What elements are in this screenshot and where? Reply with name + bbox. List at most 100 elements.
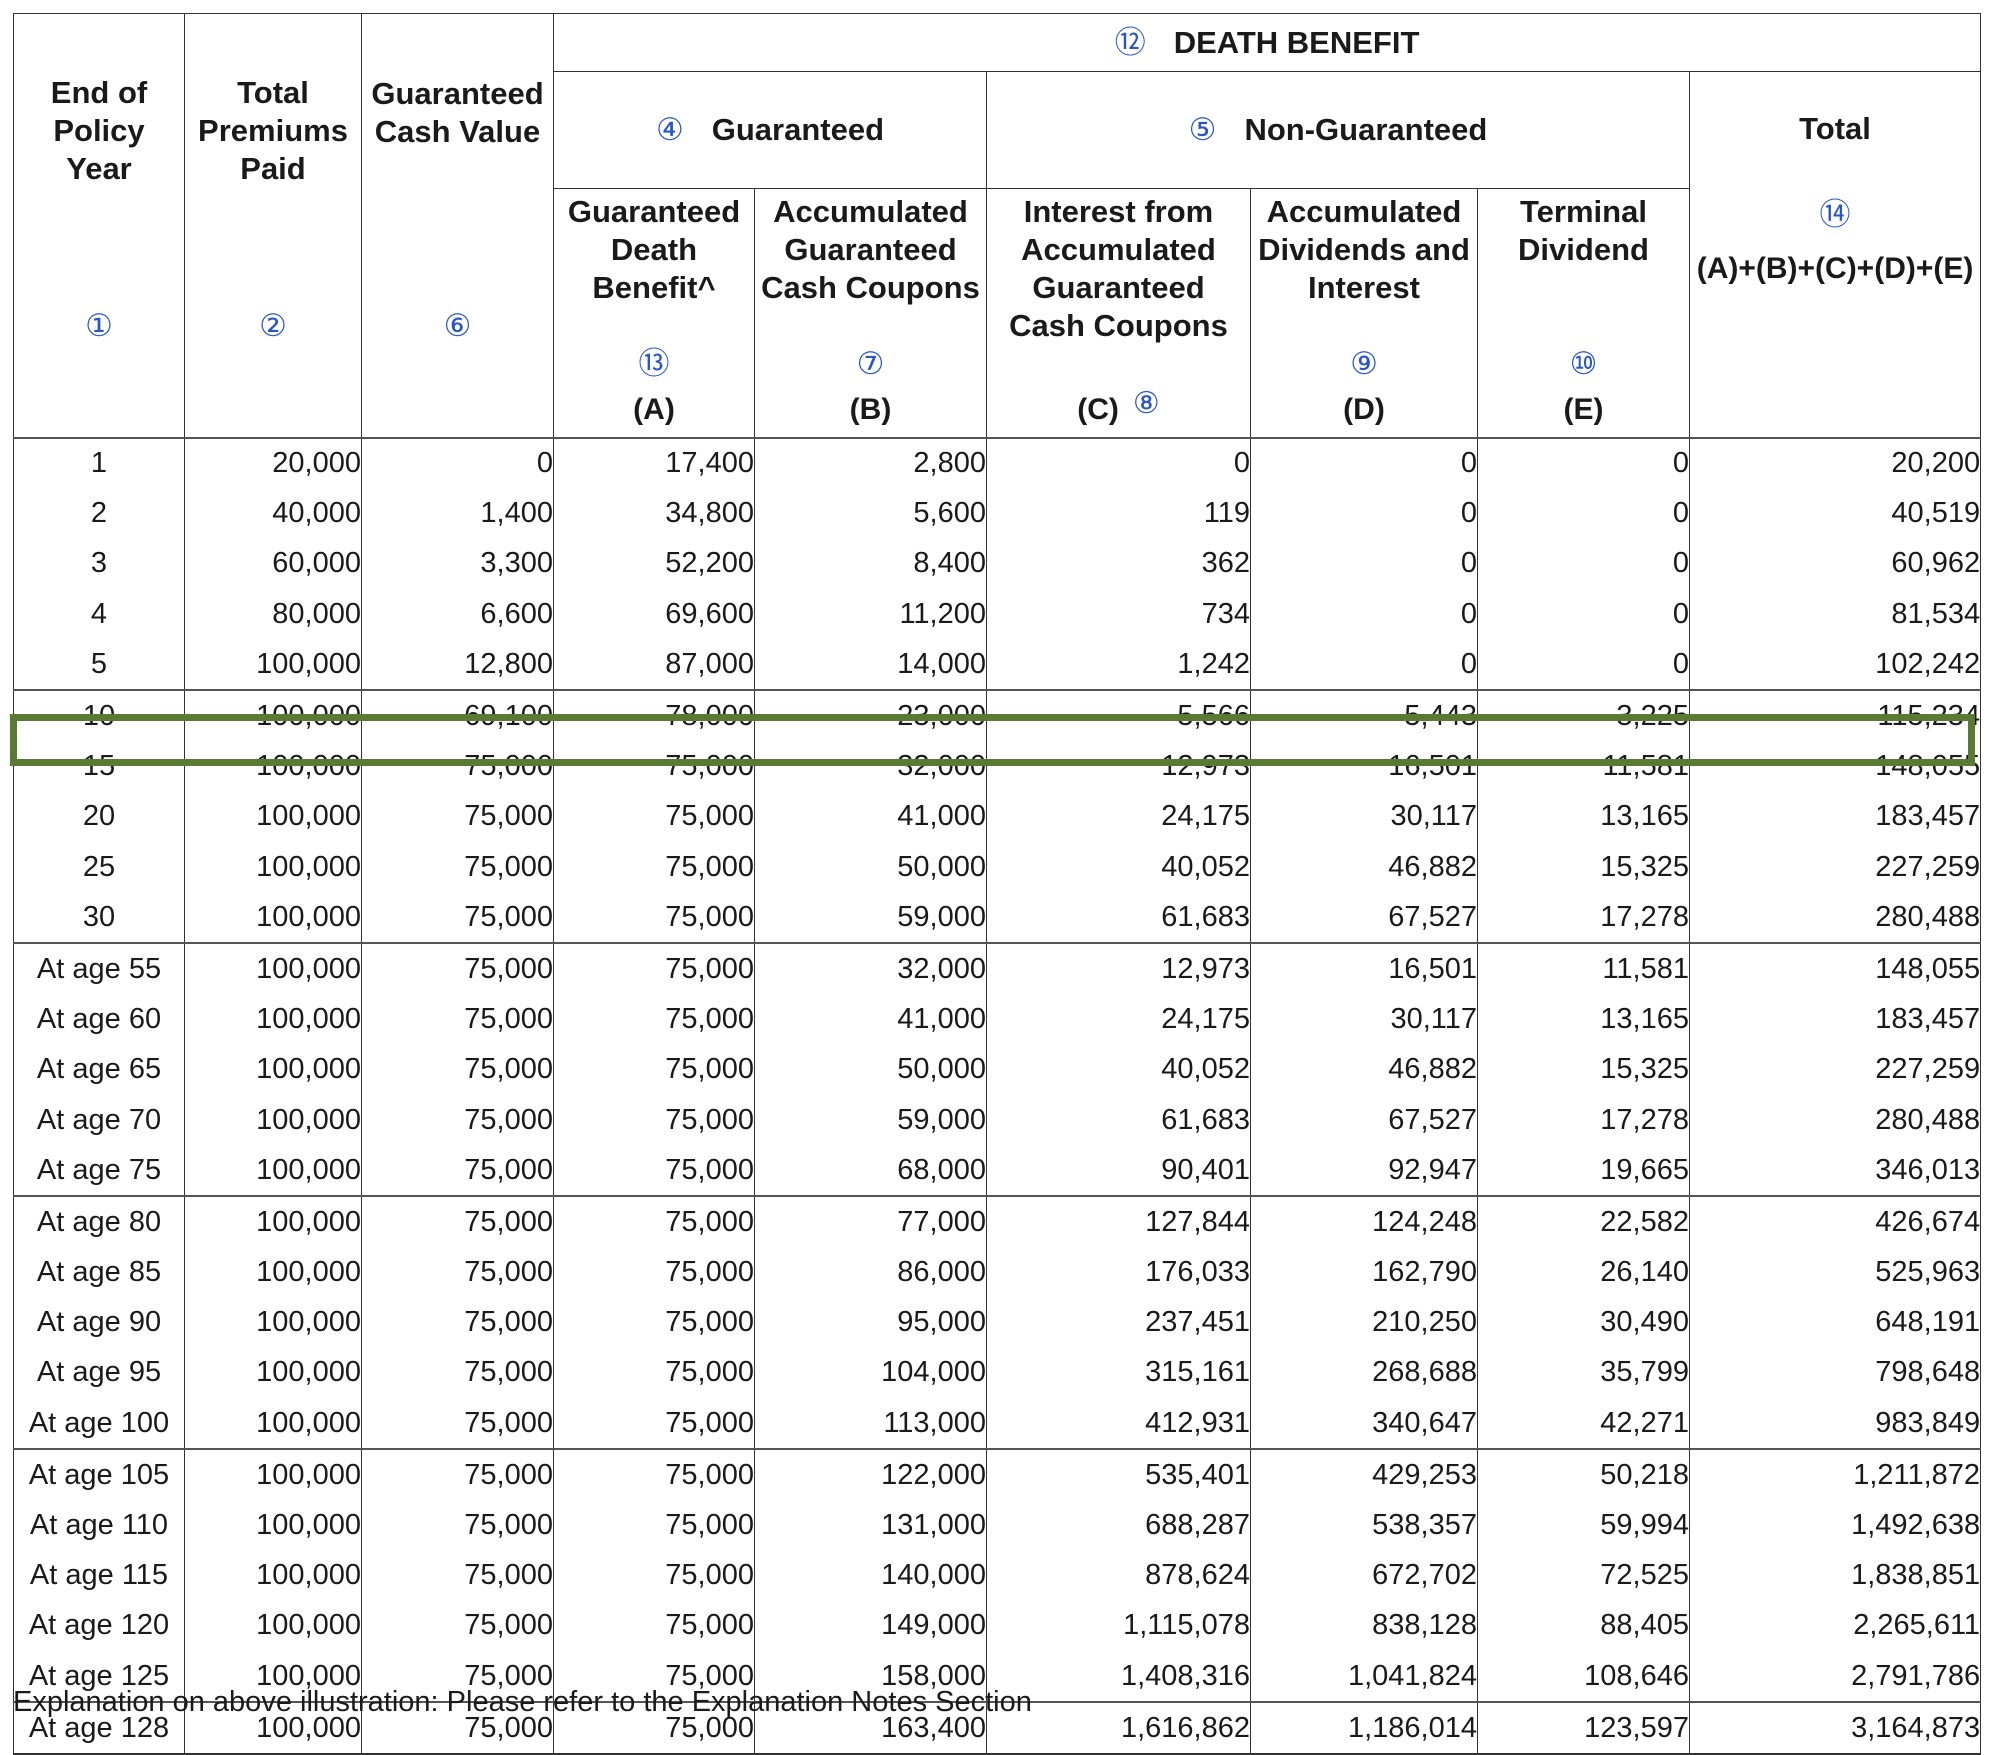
table-row: At age 65 100,000 75,000 75,000 50,000 40,052… [13,1044,1982,1095]
dividends-d-cell: 0 [1250,436,1478,489]
premiums-cell: 100,000 [184,892,362,944]
dividends-d-cell: 162,790 [1250,1247,1478,1298]
total-cell: 1,838,851 [1688,1550,1982,1601]
table-row: At age 90 100,000 75,000 75,000 95,000 237,45… [13,1297,1982,1348]
interest-c-cell: 176,033 [986,1247,1251,1298]
premiums-cell: 100,000 [184,639,362,691]
death-benefit-a-cell: 34,800 [553,488,755,539]
interest-c-cell: 12,973 [986,741,1251,792]
total-cell: 280,488 [1688,1094,1982,1146]
coupons-b-cell: 122,000 [754,1448,987,1501]
year-cell: At age 75 [13,1145,185,1197]
cash-value-cell: 1,400 [361,488,554,539]
dividends-d-cell: 268,688 [1250,1347,1478,1399]
terminal-e-cell: 11,581 [1477,741,1690,792]
terminal-e-cell: 15,325 [1477,842,1690,893]
terminal-e-cell: 22,582 [1477,1195,1690,1248]
table-row: At age 100 100,000 75,000 75,000 113,000 412,… [13,1398,1982,1450]
cash-value-cell: 75,000 [361,1094,554,1146]
premiums-cell: 100,000 [184,1347,362,1399]
dividends-d-cell: 0 [1250,639,1478,691]
table-row: 1 20,000 0 17,400 2,800 0 0 0 20,200 [13,436,1982,489]
cash-value-cell: 75,000 [361,1448,554,1501]
year-cell: 20 [13,791,185,842]
column-e-letter: ⑩ (E) [1477,344,1690,438]
year-cell: 5 [13,639,185,691]
terminal-e-cell: 35,799 [1477,1347,1690,1399]
coupons-b-cell: 32,000 [754,741,987,792]
premiums-cell: 100,000 [184,1448,362,1501]
cash-value-cell: 6,600 [361,589,554,640]
year-cell: At age 120 [13,1600,185,1651]
benefit-illustration-table: End of Policy Year Total Premiums Paid G… [13,13,1982,1755]
table-row: 20 100,000 75,000 75,000 41,000 24,175 30,117 1… [13,791,1982,842]
marker-14: ⑭ [1819,197,1851,233]
premiums-cell: 100,000 [184,791,362,842]
coupons-b-cell: 50,000 [754,1044,987,1095]
dividends-d-cell: 210,250 [1250,1297,1478,1348]
table-row: At age 105 100,000 75,000 75,000 122,000 535,… [13,1448,1982,1501]
total-cell: 183,457 [1688,994,1982,1045]
interest-c-cell: 0 [986,436,1251,489]
death-benefit-a-cell: 75,000 [553,994,755,1045]
marker-6: ⑥ [443,307,472,344]
coupons-b-cell: 11,200 [754,589,987,640]
marker-9: ⑨ [1350,345,1378,382]
marker-10: ⑩ [1569,345,1598,382]
guaranteed-death-benefit-header: Guaranteed Death Benefit^ [553,187,755,345]
terminal-e-cell: 0 [1477,538,1690,590]
column-b-letter: ⑦ (B) [754,344,987,438]
coupons-b-cell: 5,600 [754,488,987,539]
year-cell: 3 [13,538,185,590]
marker-1: ① [85,307,113,344]
dividends-d-cell: 838,128 [1250,1600,1478,1651]
total-premiums-paid-header: Total Premiums Paid [184,13,362,188]
interest-c-cell: 1,242 [986,639,1251,691]
interest-c-cell: 12,973 [986,942,1251,995]
death-benefit-a-cell: 17,400 [553,436,755,489]
coupons-b-cell: 59,000 [754,1094,987,1146]
column-c-letter: (C) ⑧ [986,344,1251,438]
premiums-cell: 100,000 [184,1094,362,1146]
table-row: At age 115 100,000 75,000 75,000 140,000 878,… [13,1550,1982,1601]
cash-value-cell: 75,000 [361,1044,554,1095]
column-a-letter: ⑬ (A) [553,344,755,438]
coupons-b-cell: 140,000 [754,1550,987,1601]
year-cell: At age 70 [13,1094,185,1146]
coupons-b-cell: 77,000 [754,1195,987,1248]
premiums-cell: 100,000 [184,1297,362,1348]
interest-c-cell: 535,401 [986,1448,1251,1501]
terminal-e-cell: 17,278 [1477,1094,1690,1146]
table-row: At age 55 100,000 75,000 75,000 32,000 12,973… [13,942,1982,995]
table-row: 2 40,000 1,400 34,800 5,600 119 0 0 40,519 [13,488,1982,539]
terminal-e-cell: 88,405 [1477,1600,1690,1651]
terminal-e-cell: 72,525 [1477,1550,1690,1601]
premiums-cell: 100,000 [184,1145,362,1197]
dividends-d-cell: 124,248 [1250,1195,1478,1248]
table-body: 1 20,000 0 17,400 2,800 0 0 0 20,200 2 40,000 1,400… [13,436,1982,1755]
table-row: 15 100,000 75,000 75,000 32,000 12,973 16,501 1… [13,741,1982,792]
death-benefit-a-cell: 75,000 [553,842,755,893]
dividends-d-cell: 30,117 [1250,994,1478,1045]
table-row: 3 60,000 3,300 52,200 8,400 362 0 0 60,962 [13,538,1982,590]
terminal-e-cell: 50,218 [1477,1448,1690,1501]
interest-c-cell: 5,566 [986,689,1251,742]
coupons-b-cell: 41,000 [754,791,987,842]
total-cell: 20,200 [1688,436,1982,489]
premiums-cell: 80,000 [184,589,362,640]
death-benefit-a-cell: 75,000 [553,791,755,842]
total-header: Total ⑭ (A)+(B)+(C)+(D)+(E) [1688,71,1982,438]
total-cell: 2,791,786 [1688,1651,1982,1703]
premiums-cell: 100,000 [184,1500,362,1551]
cash-value-cell: 69,100 [361,689,554,742]
premiums-marker-cell: ② [184,188,362,345]
dividends-d-cell: 16,501 [1250,942,1478,995]
coupons-b-cell: 104,000 [754,1347,987,1399]
marker-8: ⑧ [1132,385,1160,421]
marker-13: ⑬ [638,345,670,382]
terminal-e-cell: 0 [1477,639,1690,691]
cash-value-cell: 75,000 [361,1297,554,1348]
coupons-b-cell: 23,000 [754,689,987,742]
year-cell: 30 [13,892,185,944]
dividends-d-cell: 46,882 [1250,1044,1478,1095]
